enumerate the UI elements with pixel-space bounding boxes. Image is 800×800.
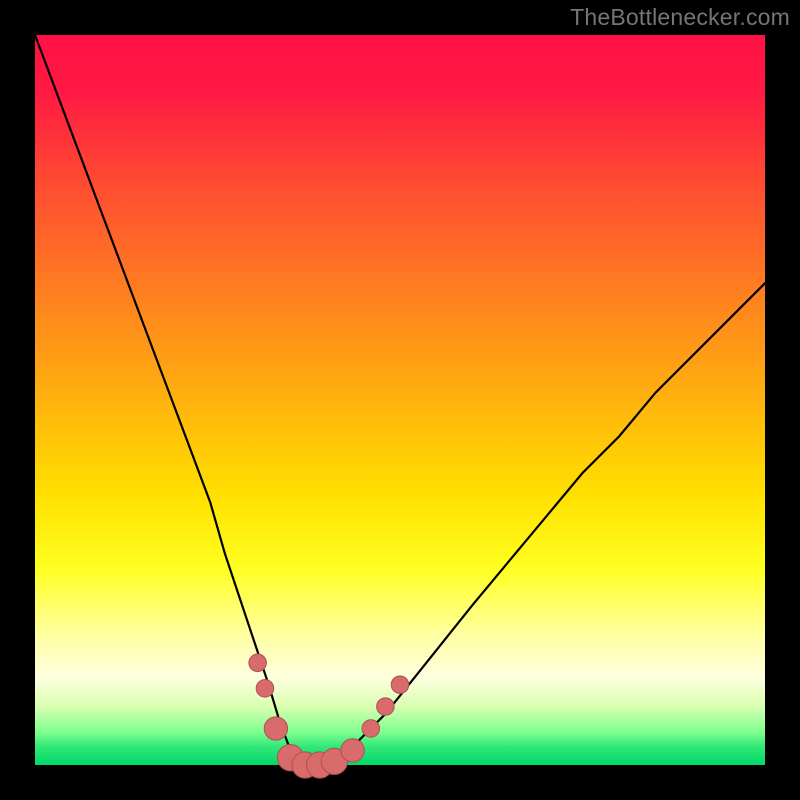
plot-background [35, 35, 765, 765]
curve-marker [341, 739, 364, 762]
curve-marker [256, 680, 274, 698]
curve-marker [264, 717, 287, 740]
bottleneck-chart [0, 0, 800, 800]
curve-marker [362, 720, 380, 738]
curve-marker [249, 654, 267, 672]
watermark-text: TheBottlenecker.com [570, 4, 790, 31]
curve-marker [391, 676, 409, 694]
chart-frame: TheBottlenecker.com [0, 0, 800, 800]
curve-marker [377, 698, 395, 716]
